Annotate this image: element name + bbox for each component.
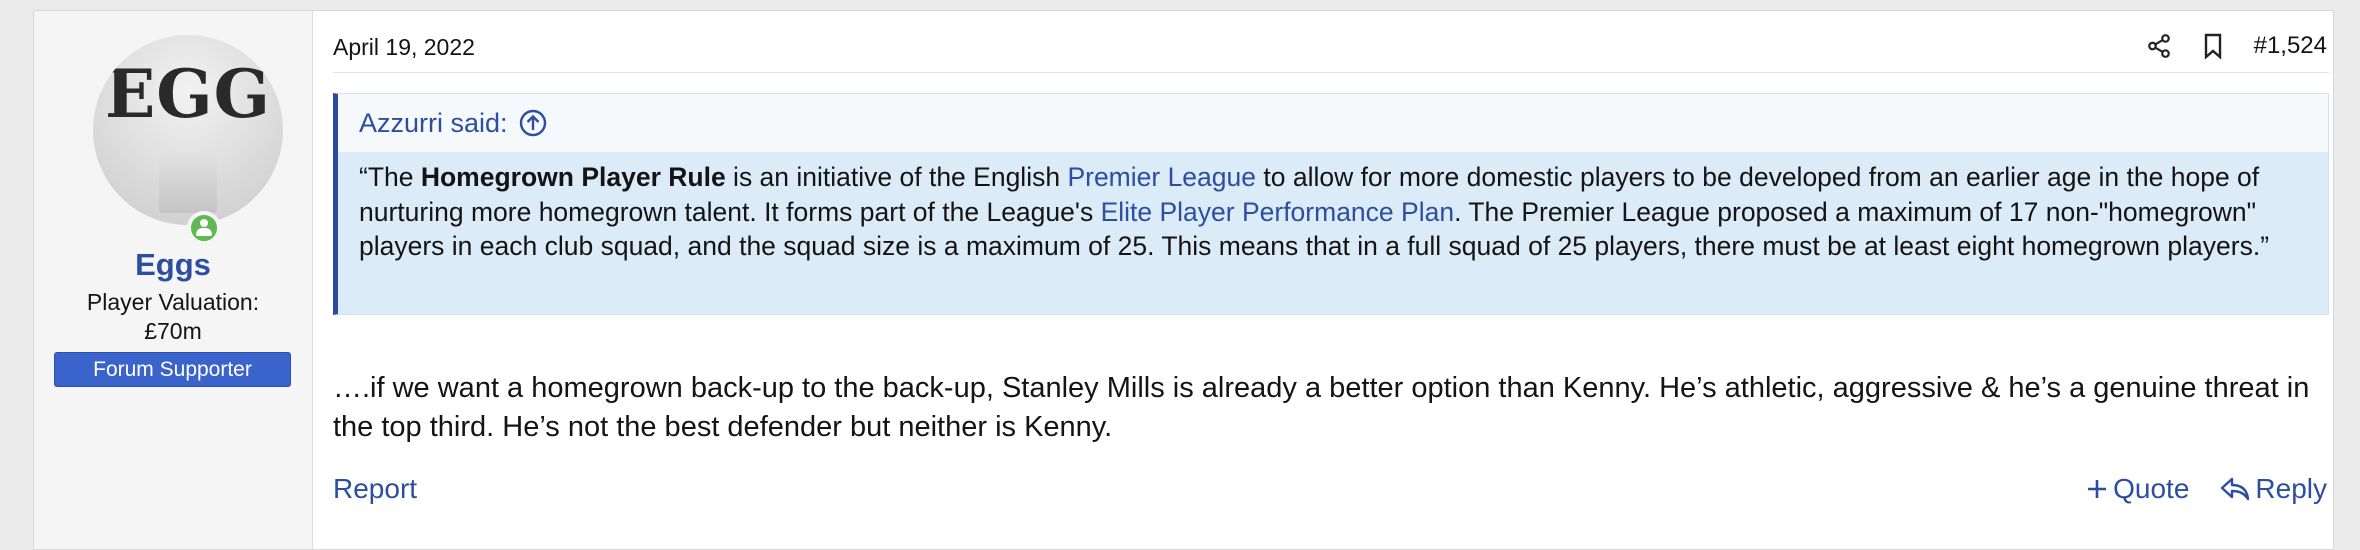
user-title-line2: £70m <box>144 318 202 344</box>
plus-icon <box>2088 480 2107 498</box>
arrow-up-circle-icon[interactable] <box>518 108 548 138</box>
quote-button-label: Quote <box>2113 473 2190 504</box>
post-number-link[interactable]: #1,524 <box>2254 32 2327 60</box>
user-banner: Forum Supporter <box>54 352 291 387</box>
report-link[interactable]: Report <box>333 473 417 505</box>
post-message: ….if we want a homegrown back-up to the … <box>333 372 2310 443</box>
share-icon[interactable] <box>2144 31 2174 61</box>
post-main: April 19, 2022 #1,524 Azzurri said: “The… <box>313 11 2333 549</box>
header-divider <box>333 72 2329 73</box>
reply-button[interactable]: Reply <box>2219 473 2327 505</box>
elite-player-plan-link[interactable]: Elite Player Performance Plan <box>1101 197 1455 227</box>
quote-bold-term: Homegrown Player Rule <box>420 162 726 192</box>
user-title: Player Valuation: £70m <box>34 288 312 346</box>
online-status-icon <box>187 211 221 245</box>
egg-cup-shape <box>159 153 217 213</box>
post-footer-actions: Quote Reply <box>2085 473 2327 505</box>
quote-text-2: is an initiative of the English <box>725 162 1068 192</box>
user-title-line1: Player Valuation: <box>86 289 260 315</box>
quote-header[interactable]: Azzurri said: <box>338 94 2328 152</box>
quote-button[interactable]: Quote <box>2085 473 2189 505</box>
quote-attribution[interactable]: Azzurri said: <box>359 108 508 139</box>
reply-button-label: Reply <box>2255 473 2327 504</box>
user-info-panel: EGG Eggs Player Valuation: £70m Forum Su… <box>34 11 313 549</box>
post-date[interactable]: April 19, 2022 <box>333 34 475 61</box>
quote-content: “The Homegrown Player Rule is an initiat… <box>338 152 2328 314</box>
avatar[interactable]: EGG <box>93 35 283 225</box>
premier-league-link[interactable]: Premier League <box>1067 162 1256 192</box>
reply-icon <box>2221 477 2250 501</box>
quote-block: Azzurri said: “The Homegrown Player Rule… <box>333 93 2329 315</box>
bookmark-icon[interactable] <box>2198 31 2228 61</box>
avatar-text: EGG <box>104 55 272 133</box>
post-header-actions: #1,524 <box>2144 31 2327 61</box>
username-link[interactable]: Eggs <box>34 247 312 283</box>
post-container: EGG Eggs Player Valuation: £70m Forum Su… <box>33 10 2334 550</box>
quote-text-1: “The <box>359 162 421 192</box>
